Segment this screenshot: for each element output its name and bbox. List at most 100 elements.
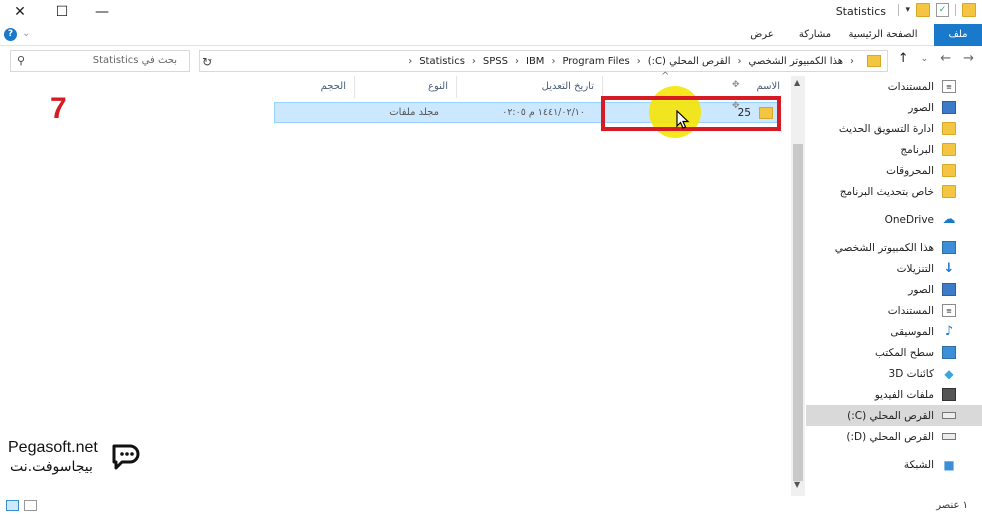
sidebar-item-this-pc[interactable]: هذا الكمبيوتر الشخصي	[806, 237, 982, 258]
search-input[interactable]: بحث في Statistics ⚲	[10, 50, 190, 72]
minimize-button[interactable]: —	[82, 0, 122, 24]
breadcrumb-statistics[interactable]: Statistics	[419, 56, 465, 67]
tab-file[interactable]: ملف	[934, 24, 982, 46]
sidebar-item-pictures-2[interactable]: الصور	[806, 279, 982, 300]
column-headers: الاسم تاريخ التعديل النوع الحجم ^	[274, 71, 788, 98]
breadcrumb-separator[interactable]: ‹	[637, 56, 641, 67]
breadcrumb-separator[interactable]: ‹	[408, 56, 412, 67]
window-title: Statistics	[835, 5, 886, 18]
expand-ribbon-icon[interactable]: ⌄	[22, 28, 30, 39]
column-header-size[interactable]: الحجم	[274, 76, 354, 98]
ribbon-tabs: ملف الصفحة الرئيسية مشاركة عرض ? ⌄	[0, 24, 982, 46]
sidebar-item-label: الشبكة	[903, 458, 934, 471]
recent-locations-icon[interactable]: ⌄	[921, 51, 929, 66]
navigation-pane: ≡ المستندات ✥ الصور ✥ ادارة التسويق الحد…	[732, 76, 982, 496]
sidebar-item-videos[interactable]: ملفات الفيديو	[806, 384, 982, 405]
sidebar-item-label: هذا الكمبيوتر الشخصي	[834, 241, 934, 254]
sidebar-item-label: OneDrive	[884, 213, 934, 226]
computer-icon	[942, 241, 956, 254]
up-icon[interactable]: ↑	[898, 51, 909, 66]
title-bar: ✕ ☐ — Statistics ✓ ▾	[0, 0, 982, 24]
3d-objects-icon: ◆	[944, 366, 954, 381]
breadcrumb-ibm[interactable]: IBM	[526, 56, 544, 67]
pictures-icon	[942, 101, 956, 114]
sidebar-item-label: المستندات	[887, 304, 934, 317]
sidebar-item-onedrive[interactable]: ☁ OneDrive	[806, 209, 982, 230]
step-number: 7	[50, 92, 67, 125]
column-header-date[interactable]: تاريخ التعديل	[456, 76, 602, 98]
divider	[955, 4, 956, 16]
breadcrumb-separator[interactable]: ‹	[515, 56, 519, 67]
navigation-pane-scrollbar[interactable]: ▲ ▼	[791, 76, 805, 496]
properties-icon[interactable]: ✓	[936, 3, 949, 17]
forward-icon[interactable]: ←	[940, 51, 951, 66]
sidebar-item-local-disk-c[interactable]: القرص المحلي (C:)	[806, 405, 982, 426]
sidebar-item-marketing[interactable]: ادارة التسويق الحديث	[806, 118, 982, 139]
mouse-cursor-icon	[676, 110, 690, 129]
sidebar-item-label: الصور	[908, 101, 934, 114]
tab-home[interactable]: الصفحة الرئيسية	[846, 24, 920, 46]
highlight-box	[601, 96, 781, 131]
sidebar-item-desktop[interactable]: سطح المكتب	[806, 342, 982, 363]
scroll-up-icon[interactable]: ▲	[794, 78, 800, 87]
breadcrumb-program-files[interactable]: Program Files	[562, 56, 629, 67]
close-button[interactable]: ✕	[0, 0, 40, 24]
back-icon[interactable]: →	[963, 51, 974, 66]
customize-toolbar-icon[interactable]: ▾	[905, 5, 910, 15]
refresh-icon[interactable]: ↻	[202, 55, 212, 69]
large-icons-view-button[interactable]	[24, 500, 37, 511]
file-date: ١٤٤١/٠٢/١٠ م ٠٢:٠٥	[502, 107, 585, 118]
new-folder-icon[interactable]	[916, 3, 930, 17]
sidebar-item-program[interactable]: البرنامج	[806, 139, 982, 160]
breadcrumb-separator[interactable]: ‹	[551, 56, 555, 67]
breadcrumb-spss[interactable]: SPSS	[483, 56, 508, 67]
folder-icon	[942, 185, 956, 198]
breadcrumb-separator[interactable]: ‹	[738, 56, 742, 67]
folder-icon	[942, 143, 956, 156]
tab-share[interactable]: مشاركة	[794, 24, 836, 46]
details-view-button[interactable]	[6, 500, 19, 511]
help-icon[interactable]: ?	[4, 28, 17, 41]
pictures-icon	[942, 283, 956, 296]
sidebar-item-label: خاص بتحديث البرنامج	[839, 185, 934, 198]
sidebar-item-label: المحروقات	[886, 164, 934, 177]
sidebar-item-label: القرص المحلي (C:)	[847, 409, 934, 422]
sidebar-item-3d-objects[interactable]: ◆ كائنات 3D	[806, 363, 982, 384]
address-bar[interactable]: ‹ هذا الكمبيوتر الشخصي ‹ القرص المحلي (C…	[199, 50, 888, 72]
sidebar-item-label: الصور	[908, 283, 934, 296]
pin-icon[interactable]: ✥	[732, 80, 740, 90]
breadcrumb-this-pc[interactable]: هذا الكمبيوتر الشخصي	[749, 56, 844, 67]
sidebar-item-label: الموسيقى	[890, 325, 934, 338]
breadcrumb-separator[interactable]: ‹	[850, 56, 854, 67]
sidebar-item-label: كائنات 3D	[888, 367, 934, 380]
sidebar-item-program-update[interactable]: خاص بتحديث البرنامج	[806, 181, 982, 202]
documents-icon: ≡	[942, 304, 956, 317]
drive-icon	[942, 412, 956, 419]
music-icon: ♪	[944, 324, 954, 339]
sidebar-item-label: التنزيلات	[896, 262, 934, 275]
watermark-arabic: بيجاسوفت.نت	[10, 459, 93, 475]
tab-view[interactable]: عرض	[748, 24, 776, 46]
sidebar-item-pictures[interactable]: الصور ✥	[732, 97, 982, 118]
sidebar-item-fuels[interactable]: المحروقات	[806, 160, 982, 181]
address-row: → ← ⌄ ↑ ‹ هذا الكمبيوتر الشخصي ‹ القرص ا…	[0, 47, 982, 75]
sidebar-item-documents[interactable]: ≡ المستندات ✥	[732, 76, 982, 97]
sidebar-item-music[interactable]: ♪ الموسيقى	[806, 321, 982, 342]
scroll-down-icon[interactable]: ▼	[794, 480, 800, 489]
network-icon: ■	[943, 457, 955, 472]
sidebar-item-downloads[interactable]: ↓ التنزيلات	[806, 258, 982, 279]
maximize-button[interactable]: ☐	[42, 0, 82, 24]
breadcrumb-local-disk-c[interactable]: القرص المحلي (C:)	[648, 56, 731, 67]
breadcrumb-separator[interactable]: ‹	[472, 56, 476, 67]
sidebar-item-documents-2[interactable]: ≡ المستندات	[806, 300, 982, 321]
pegasoft-logo-icon	[112, 444, 140, 470]
sidebar-item-label: البرنامج	[900, 143, 934, 156]
divider	[898, 4, 900, 16]
sidebar-item-network[interactable]: ■ الشبكة	[806, 454, 982, 475]
pin-icon[interactable]: ✥	[732, 101, 740, 111]
scrollbar-thumb[interactable]	[793, 144, 803, 481]
column-header-type[interactable]: النوع	[354, 76, 456, 98]
sidebar-item-local-disk-d[interactable]: القرص المحلي (D:)	[806, 426, 982, 447]
sidebar-item-label: المستندات	[887, 80, 934, 93]
navigation-buttons: → ← ⌄ ↑	[898, 51, 974, 66]
